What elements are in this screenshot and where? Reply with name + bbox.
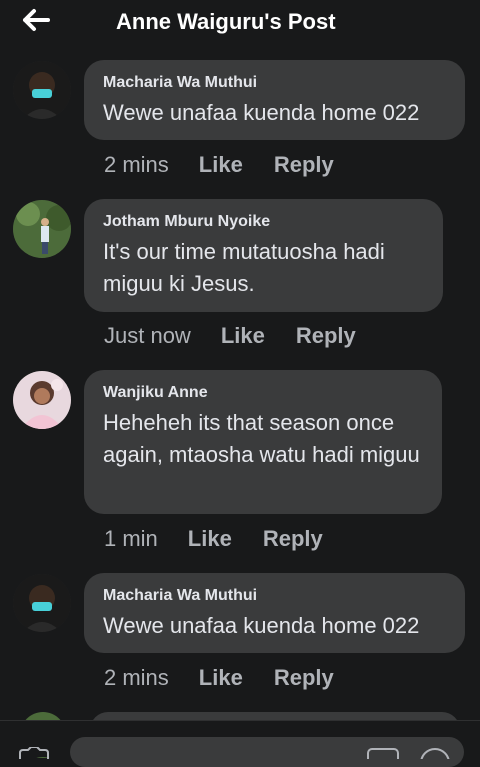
like-button[interactable]: Like — [221, 323, 265, 349]
comment-bubble[interactable]: Macharia Wa Muthui Wewe unafaa kuenda ho… — [84, 573, 465, 653]
comment-text: Wewe unafaa kuenda home 022 — [103, 100, 420, 125]
gif-icon[interactable] — [366, 747, 400, 759]
comment-time[interactable]: 2 mins — [104, 152, 169, 178]
emoji-icon[interactable] — [418, 747, 452, 759]
comment-author[interactable]: Macharia Wa Muthui — [103, 586, 447, 606]
comment-time[interactable]: 2 mins — [104, 665, 169, 691]
comment-author[interactable]: Wanjiku Anne — [103, 383, 424, 403]
reply-button[interactable]: Reply — [263, 526, 323, 552]
reply-button[interactable]: Reply — [296, 323, 356, 349]
top-bar: Anne Waiguru's Post — [0, 0, 480, 46]
camera-icon[interactable] — [18, 747, 50, 759]
comment-text: Wewe unafaa kuenda home 022 — [103, 613, 420, 638]
page-title: Anne Waiguru's Post — [116, 9, 336, 34]
comment-author[interactable]: Jotham Mburu Nyoike — [103, 212, 425, 232]
arrow-left-icon[interactable] — [22, 8, 50, 32]
comment-bubble[interactable]: Jotham Mburu Nyoike It's our time mutatu… — [84, 199, 443, 312]
comment-actions: Just now Like Reply — [104, 323, 387, 349]
avatar[interactable] — [13, 371, 71, 429]
comment-text: Heheheh its that season once again, mtao… — [103, 410, 420, 467]
comment-author[interactable]: Macharia Wa Muthui — [103, 73, 447, 93]
comment-input[interactable] — [70, 737, 464, 767]
like-button[interactable]: Like — [199, 152, 243, 178]
comment-actions: 2 mins Like Reply — [104, 152, 365, 178]
reply-button[interactable]: Reply — [274, 152, 334, 178]
comment-bubble[interactable]: Wanjiku Anne Heheheh its that season onc… — [84, 370, 442, 514]
avatar[interactable] — [13, 200, 71, 258]
reply-button[interactable]: Reply — [274, 665, 334, 691]
comment-actions: 1 min Like Reply — [104, 526, 354, 552]
comment-composer — [0, 720, 480, 767]
like-button[interactable]: Like — [199, 665, 243, 691]
avatar[interactable] — [13, 574, 71, 632]
comment-text: It's our time mutatuosha hadi miguu ki J… — [103, 239, 385, 296]
like-button[interactable]: Like — [188, 526, 232, 552]
comment-actions: 2 mins Like Reply — [104, 665, 365, 691]
avatar[interactable] — [13, 61, 71, 119]
comment-bubble[interactable]: Macharia Wa Muthui Wewe unafaa kuenda ho… — [84, 60, 465, 140]
comment-time[interactable]: 1 min — [104, 526, 158, 552]
comment-time[interactable]: Just now — [104, 323, 191, 349]
